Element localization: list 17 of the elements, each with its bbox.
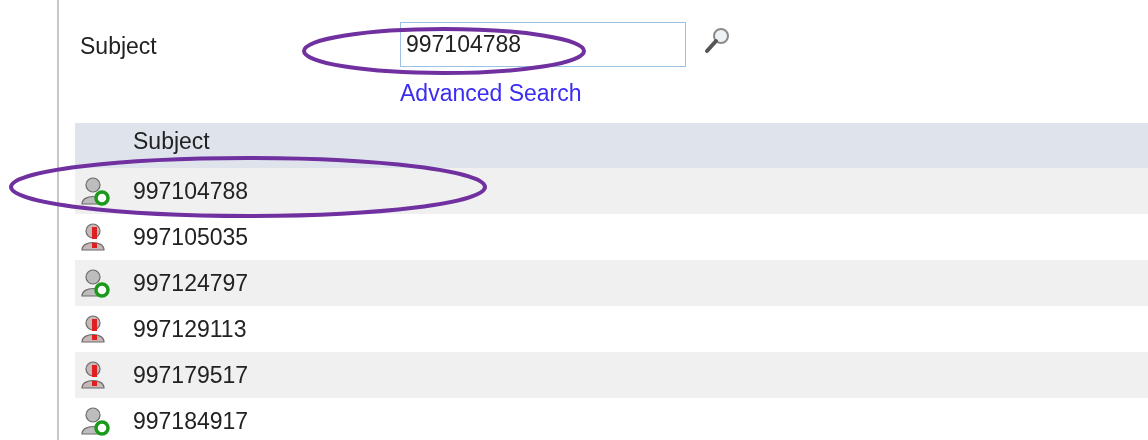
person-check-icon xyxy=(80,406,110,436)
column-header: Subject xyxy=(133,127,210,155)
table-cell-text: 997129113 xyxy=(133,315,247,344)
table-cell-text: 997184917 xyxy=(133,407,249,436)
table-row[interactable]: 997179517 xyxy=(75,352,1148,398)
table-row[interactable]: 997104788 xyxy=(75,168,1148,214)
search-icon[interactable] xyxy=(702,25,732,56)
table-cell-text: 997105035 xyxy=(133,223,249,252)
table-cell-text: 997179517 xyxy=(133,361,249,390)
advanced-search-link[interactable]: Advanced Search xyxy=(400,79,732,107)
search-field[interactable]: 997104788 xyxy=(400,22,686,67)
table-row[interactable]: 997124797 xyxy=(75,260,1148,306)
field-label: Subject xyxy=(79,32,158,61)
table-cell-text: 997124797 xyxy=(133,269,249,298)
table-cell-text: 997104788 xyxy=(133,177,249,206)
person-check-icon xyxy=(80,176,110,206)
person-check-icon xyxy=(80,268,110,298)
